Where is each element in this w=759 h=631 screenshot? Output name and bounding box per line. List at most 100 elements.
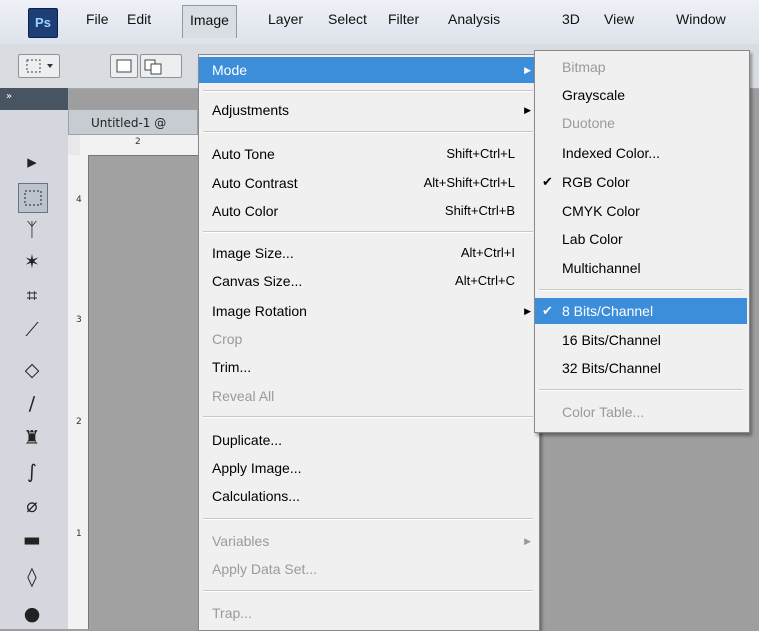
menu-item-label: Multichannel xyxy=(562,260,641,276)
menu-item-label: Image Size... xyxy=(212,245,294,261)
menu-item-grayscale[interactable]: Grayscale xyxy=(535,82,747,108)
menu-separator xyxy=(539,389,743,391)
ruler-label: 2 xyxy=(76,417,82,427)
menu-separator xyxy=(539,289,743,291)
menu-item-shortcut: Shift+Ctrl+B xyxy=(444,203,515,218)
menu-item-label: RGB Color xyxy=(562,174,630,190)
menu-analysis[interactable]: Analysis xyxy=(448,11,500,27)
menu-3d[interactable]: 3D xyxy=(562,11,580,27)
image-menu: Mode ▶ Adjustments ▶ Auto Tone Shift+Ctr… xyxy=(198,54,540,631)
menu-item-auto-contrast[interactable]: Auto Contrast Alt+Shift+Ctrl+L xyxy=(199,170,537,196)
menu-image[interactable]: Image xyxy=(182,5,237,38)
menu-separator xyxy=(203,131,533,133)
add-selection-icon xyxy=(144,59,162,75)
menu-item-color-table[interactable]: Color Table... xyxy=(535,399,747,425)
menu-item-duotone[interactable]: Duotone xyxy=(535,110,747,136)
menu-item-mode[interactable]: Mode ▶ xyxy=(199,57,537,83)
menu-separator xyxy=(203,518,533,520)
menu-item-lab-color[interactable]: Lab Color xyxy=(535,226,747,252)
brush-icon[interactable]: ∕ xyxy=(18,390,46,418)
menu-item-apply-data-set[interactable]: Apply Data Set... xyxy=(199,556,537,582)
menu-item-label: Apply Image... xyxy=(212,460,302,476)
horizontal-ruler: 2 xyxy=(80,135,200,156)
photoshop-logo[interactable]: Ps xyxy=(28,8,58,38)
eyedropper-icon[interactable]: ⟋ xyxy=(18,316,46,344)
mode-submenu: Bitmap Grayscale Duotone Indexed Color..… xyxy=(534,50,750,433)
menu-item-label: 8 Bits/Channel xyxy=(562,303,654,319)
move-tool-icon[interactable]: ▸ xyxy=(18,148,46,176)
menu-item-label: Reveal All xyxy=(212,388,275,404)
menu-item-bitmap[interactable]: Bitmap xyxy=(535,54,747,80)
menu-item-shortcut: Shift+Ctrl+L xyxy=(446,146,515,161)
checkmark-icon: ✔ xyxy=(542,174,553,189)
eraser-icon[interactable]: ⌀ xyxy=(18,492,46,520)
menu-item-32-bits-channel[interactable]: 32 Bits/Channel xyxy=(535,355,747,381)
menu-item-label: Bitmap xyxy=(562,59,606,75)
menu-item-label: Apply Data Set... xyxy=(212,561,318,577)
menu-item-label: 16 Bits/Channel xyxy=(562,332,661,348)
menu-select[interactable]: Select xyxy=(328,11,367,27)
menu-item-label: Calculations... xyxy=(212,488,300,504)
menu-item-multichannel[interactable]: Multichannel xyxy=(535,255,747,281)
clone-stamp-icon[interactable]: ♜ xyxy=(18,424,46,452)
menu-separator xyxy=(203,416,533,418)
menu-item-crop[interactable]: Crop xyxy=(199,326,537,352)
menu-separator xyxy=(203,590,533,592)
menu-file[interactable]: File xyxy=(86,11,109,27)
new-selection-icon xyxy=(116,59,132,73)
checkmark-icon: ✔ xyxy=(542,303,553,318)
menu-item-label: CMYK Color xyxy=(562,203,640,219)
marquee-preset-icon xyxy=(26,59,53,73)
canvas-area[interactable] xyxy=(89,156,209,629)
menu-item-reveal-all[interactable]: Reveal All xyxy=(199,383,537,409)
gradient-icon[interactable]: ▬ xyxy=(18,526,46,554)
menu-item-label: Adjustments xyxy=(212,102,290,118)
menu-item-adjustments[interactable]: Adjustments ▶ xyxy=(199,97,537,123)
menu-view[interactable]: View xyxy=(604,11,634,27)
collapse-icon[interactable]: » xyxy=(6,91,12,102)
menu-item-indexed-color[interactable]: Indexed Color... xyxy=(535,140,747,166)
dodge-icon[interactable]: ● xyxy=(18,600,46,628)
menu-item-duplicate[interactable]: Duplicate... xyxy=(199,427,537,453)
menu-item-8-bits-channel[interactable]: ✔ 8 Bits/Channel xyxy=(535,298,747,324)
menu-filter[interactable]: Filter xyxy=(388,11,419,27)
lasso-icon[interactable]: ᛉ xyxy=(18,216,46,244)
menu-item-auto-tone[interactable]: Auto Tone Shift+Ctrl+L xyxy=(199,141,537,167)
menu-item-label: Auto Contrast xyxy=(212,175,298,191)
healing-brush-icon[interactable]: ◇ xyxy=(18,356,46,384)
tools-panel: » ▸ ᛉ ✶ ⌗ ⟋ ◇ ∕ ♜ ∫ ⌀ ▬ ◊ ● xyxy=(0,88,69,629)
menu-item-label: Grayscale xyxy=(562,87,626,103)
menu-item-label: Mode xyxy=(212,62,248,78)
menu-item-trap[interactable]: Trap... xyxy=(199,600,537,626)
menu-item-calculations[interactable]: Calculations... xyxy=(199,483,537,509)
magic-wand-icon[interactable]: ✶ xyxy=(18,248,46,276)
menu-item-cmyk-color[interactable]: CMYK Color xyxy=(535,198,747,224)
menu-layer[interactable]: Layer xyxy=(268,11,303,27)
menu-item-auto-color[interactable]: Auto Color Shift+Ctrl+B xyxy=(199,198,537,224)
add-selection-button[interactable] xyxy=(140,54,182,78)
menu-edit[interactable]: Edit xyxy=(127,11,151,27)
menu-item-canvas-size[interactable]: Canvas Size... Alt+Ctrl+C xyxy=(199,268,537,294)
document-tab[interactable]: Untitled-1 @ xyxy=(68,109,198,135)
new-selection-button[interactable] xyxy=(110,54,138,78)
tool-preset-picker[interactable] xyxy=(18,54,60,78)
submenu-arrow-icon: ▶ xyxy=(524,105,531,115)
rect-marquee-icon[interactable] xyxy=(18,183,48,213)
blur-icon[interactable]: ◊ xyxy=(18,563,46,591)
menu-window[interactable]: Window xyxy=(676,11,726,27)
menu-item-16-bits-channel[interactable]: 16 Bits/Channel xyxy=(535,327,747,353)
menu-item-apply-image[interactable]: Apply Image... xyxy=(199,455,537,481)
menu-item-rgb-color[interactable]: ✔ RGB Color xyxy=(535,169,747,195)
menu-item-variables[interactable]: Variables ▶ xyxy=(199,528,537,554)
menu-item-label: Lab Color xyxy=(562,231,623,247)
menu-item-label: Trap... xyxy=(212,605,252,621)
menu-item-shortcut: Alt+Shift+Ctrl+L xyxy=(423,175,515,190)
crop-icon[interactable]: ⌗ xyxy=(18,282,46,310)
history-brush-icon[interactable]: ∫ xyxy=(18,458,46,486)
tools-panel-header[interactable]: » xyxy=(0,88,68,110)
ruler-corner xyxy=(68,135,80,155)
menu-item-image-size[interactable]: Image Size... Alt+Ctrl+I xyxy=(199,240,537,266)
menu-item-image-rotation[interactable]: Image Rotation ▶ xyxy=(199,298,537,324)
menu-item-trim[interactable]: Trim... xyxy=(199,354,537,380)
menu-item-label: Variables xyxy=(212,533,270,549)
